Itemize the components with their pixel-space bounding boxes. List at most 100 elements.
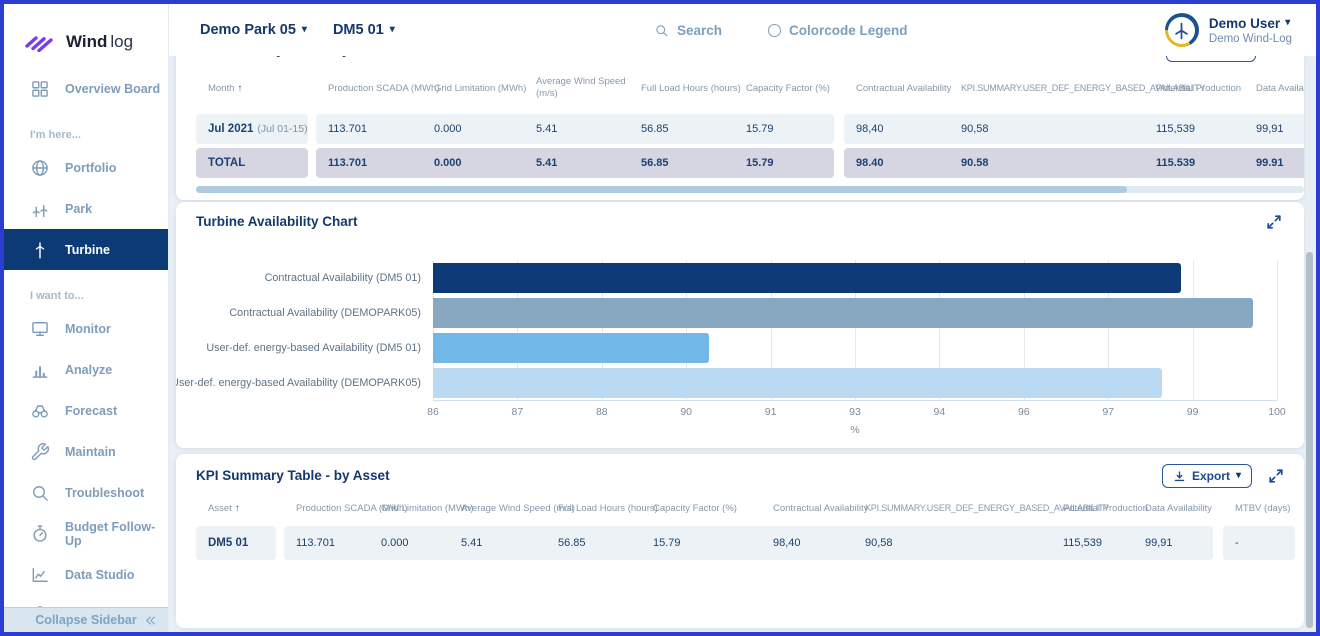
chart-bar-row bbox=[433, 260, 1277, 295]
availability-chart-card: Turbine Availability Chart Contractual A… bbox=[176, 202, 1304, 448]
value-cell: 90.58 bbox=[949, 148, 1144, 178]
column-header-potential-production: Potential Production bbox=[1051, 500, 1133, 516]
vertical-scrollbar-thumb[interactable] bbox=[1306, 252, 1313, 628]
sidebar-item-portfolio[interactable]: Portfolio bbox=[4, 147, 168, 188]
sidebar-item-overview-board[interactable]: Overview Board bbox=[4, 68, 168, 109]
value-cell: 99,91 bbox=[1133, 526, 1213, 560]
chart-x-tick-label: 100 bbox=[1268, 406, 1286, 418]
user-name: Demo User bbox=[1209, 16, 1280, 31]
sidebar-item-budget-follow-up[interactable]: Budget Follow-Up bbox=[4, 513, 168, 554]
row-cell-group: - bbox=[1223, 526, 1295, 560]
park-selector[interactable]: Demo Park 05 ▾ bbox=[200, 22, 307, 38]
kpi-asset-card: KPI Summary Table - by Asset Export ▾ As… bbox=[176, 454, 1304, 628]
sidebar-item-troubleshoot[interactable]: Troubleshoot bbox=[4, 472, 168, 513]
app-logo[interactable]: Windlog bbox=[4, 4, 168, 68]
user-menu[interactable]: Demo User ▾ Demo Wind-Log bbox=[1165, 4, 1292, 56]
download-icon bbox=[1173, 470, 1186, 483]
value-cell: 56.85 bbox=[629, 114, 734, 144]
export-button[interactable]: Export ▾ bbox=[1166, 56, 1256, 62]
user-subtitle: Demo Wind-Log bbox=[1209, 33, 1292, 45]
chevron-double-left-icon bbox=[143, 613, 158, 628]
chart-x-axis-ticks: 86878890919394969799100 bbox=[433, 406, 1277, 420]
value-cell: 115,539 bbox=[1051, 526, 1133, 560]
colorcode-legend-label: Colorcode Legend bbox=[789, 23, 908, 38]
chart-bar bbox=[433, 333, 709, 363]
horizontal-scrollbar-thumb[interactable] bbox=[196, 186, 1127, 193]
brand-bold: Wind bbox=[66, 32, 107, 51]
value-cell: 99,91 bbox=[1244, 114, 1304, 144]
sidebar-item-data-studio[interactable]: Data Studio bbox=[4, 554, 168, 595]
column-header-production-scada-mwh: Production SCADA (MWh) bbox=[316, 70, 422, 106]
turbine-selector-label: DM5 01 bbox=[333, 22, 384, 38]
table-row-jul-2021: Jul 2021(Jul 01-15)113.7010.0005.4156.85… bbox=[196, 114, 1304, 144]
sidebar-item-label: Forecast bbox=[65, 404, 117, 418]
monitor-icon bbox=[30, 319, 50, 339]
value-cell: 56.85 bbox=[546, 526, 641, 560]
topbar-tools: Search Colorcode Legend bbox=[654, 4, 908, 56]
sidebar-item-label: Portfolio bbox=[65, 161, 116, 175]
chevron-down-icon: ▾ bbox=[1236, 471, 1241, 481]
sort-asc-icon: ↑ bbox=[237, 83, 242, 94]
chart-x-axis-label: % bbox=[433, 424, 1277, 436]
chart-x-tick-label: 88 bbox=[596, 406, 608, 418]
row-label-cell: TOTAL bbox=[196, 148, 308, 178]
value-cell: - bbox=[1223, 526, 1295, 560]
row-cell-group: 98.4090.58115.53999.91 bbox=[844, 148, 1304, 178]
value-cell: 113.701 bbox=[284, 526, 369, 560]
expand-icon[interactable] bbox=[1268, 468, 1284, 484]
value-cell: 0.000 bbox=[422, 148, 524, 178]
sidebar-item-label: Monitor bbox=[65, 322, 111, 336]
sidebar-item-turbine[interactable]: Turbine bbox=[4, 229, 168, 270]
search-button[interactable]: Search bbox=[654, 23, 722, 38]
park-selector-label: Demo Park 05 bbox=[200, 22, 296, 38]
chart-x-tick-label: 91 bbox=[765, 406, 777, 418]
sidebar-item-label: Budget Follow-Up bbox=[65, 520, 168, 548]
chart-bar-row bbox=[433, 330, 1277, 365]
chart-bar-row bbox=[433, 295, 1277, 330]
colorcode-legend-button[interactable]: Colorcode Legend bbox=[768, 23, 908, 38]
month-table-header-row: Month↑Production SCADA (MWh)Grid Limitat… bbox=[196, 70, 1304, 106]
sidebar-item-monitor[interactable]: Monitor bbox=[4, 308, 168, 349]
sidebar-item-label: Analyze bbox=[65, 363, 112, 377]
column-header-grid-limitation-mwh: Grid Limitation (MWh) bbox=[422, 70, 524, 106]
chevron-down-icon: ▾ bbox=[1285, 18, 1290, 28]
column-header-kpi-summary-user-def-energy-based-availability: KPI.SUMMARY.USER_DEF_ENERGY_BASED_AVAILA… bbox=[853, 500, 1051, 516]
export-label: Export bbox=[1192, 469, 1230, 483]
column-header-data-availability: Data Availability bbox=[1244, 70, 1304, 106]
sidebar-item-maintain[interactable]: Maintain bbox=[4, 431, 168, 472]
column-header-data-availability: Data Availability bbox=[1133, 500, 1213, 516]
sidebar-item-park[interactable]: Park bbox=[4, 188, 168, 229]
row-cell-group: 113.7010.0005.4156.8515.7998,4090,58115,… bbox=[284, 526, 1213, 560]
column-header-grid-limitation-mwh: Grid Limitation (MWh) bbox=[369, 500, 449, 516]
export-button[interactable]: Export ▾ bbox=[1162, 464, 1252, 488]
line-chart-icon bbox=[30, 565, 50, 585]
column-header-month[interactable]: Month↑ bbox=[196, 70, 308, 106]
sidebar-item-forecast[interactable]: Forecast bbox=[4, 390, 168, 431]
sidebar-item-analyze[interactable]: Analyze bbox=[4, 349, 168, 390]
magnifier-icon bbox=[30, 483, 50, 503]
value-cell: 115,539 bbox=[1144, 114, 1244, 144]
sort-asc-icon: ↑ bbox=[235, 503, 240, 514]
grid-icon bbox=[30, 79, 50, 99]
column-header-asset[interactable]: Asset↑ bbox=[196, 500, 276, 516]
turbine-selector[interactable]: DM5 01 ▾ bbox=[333, 22, 395, 38]
bar-chart-icon bbox=[30, 360, 50, 380]
sidebar-section-label: I want to... bbox=[4, 284, 168, 308]
brand-waves-icon bbox=[24, 32, 58, 52]
collapse-sidebar-button[interactable]: Collapse Sidebar bbox=[4, 607, 168, 632]
chart-x-tick-label: 99 bbox=[1187, 406, 1199, 418]
value-cell: 0.000 bbox=[369, 526, 449, 560]
sidebar-item-label: Overview Board bbox=[65, 82, 160, 96]
user-info: Demo User ▾ Demo Wind-Log bbox=[1209, 16, 1292, 45]
context-selectors: Demo Park 05 ▾ DM5 01 ▾ bbox=[200, 4, 395, 56]
app-window: Windlog Overview BoardI'm here...Portfol… bbox=[0, 0, 1320, 636]
chart-category-label: User-def. energy-based Availability (DM5… bbox=[176, 330, 427, 365]
value-cell: 5.41 bbox=[524, 114, 629, 144]
kpi-month-title: KPI Summary Table - by Month bbox=[196, 56, 394, 57]
row-label-cell: Jul 2021(Jul 01-15) bbox=[196, 114, 308, 144]
chevron-down-icon: ▾ bbox=[302, 25, 307, 35]
expand-icon[interactable] bbox=[1266, 214, 1282, 230]
chart-x-tick-label: 96 bbox=[1018, 406, 1030, 418]
content-scroll-area: KPI Summary Table - by Month Export ▾ Mo… bbox=[168, 56, 1316, 632]
topbar: Demo Park 05 ▾ DM5 01 ▾ Search Colorcode… bbox=[168, 4, 1316, 56]
